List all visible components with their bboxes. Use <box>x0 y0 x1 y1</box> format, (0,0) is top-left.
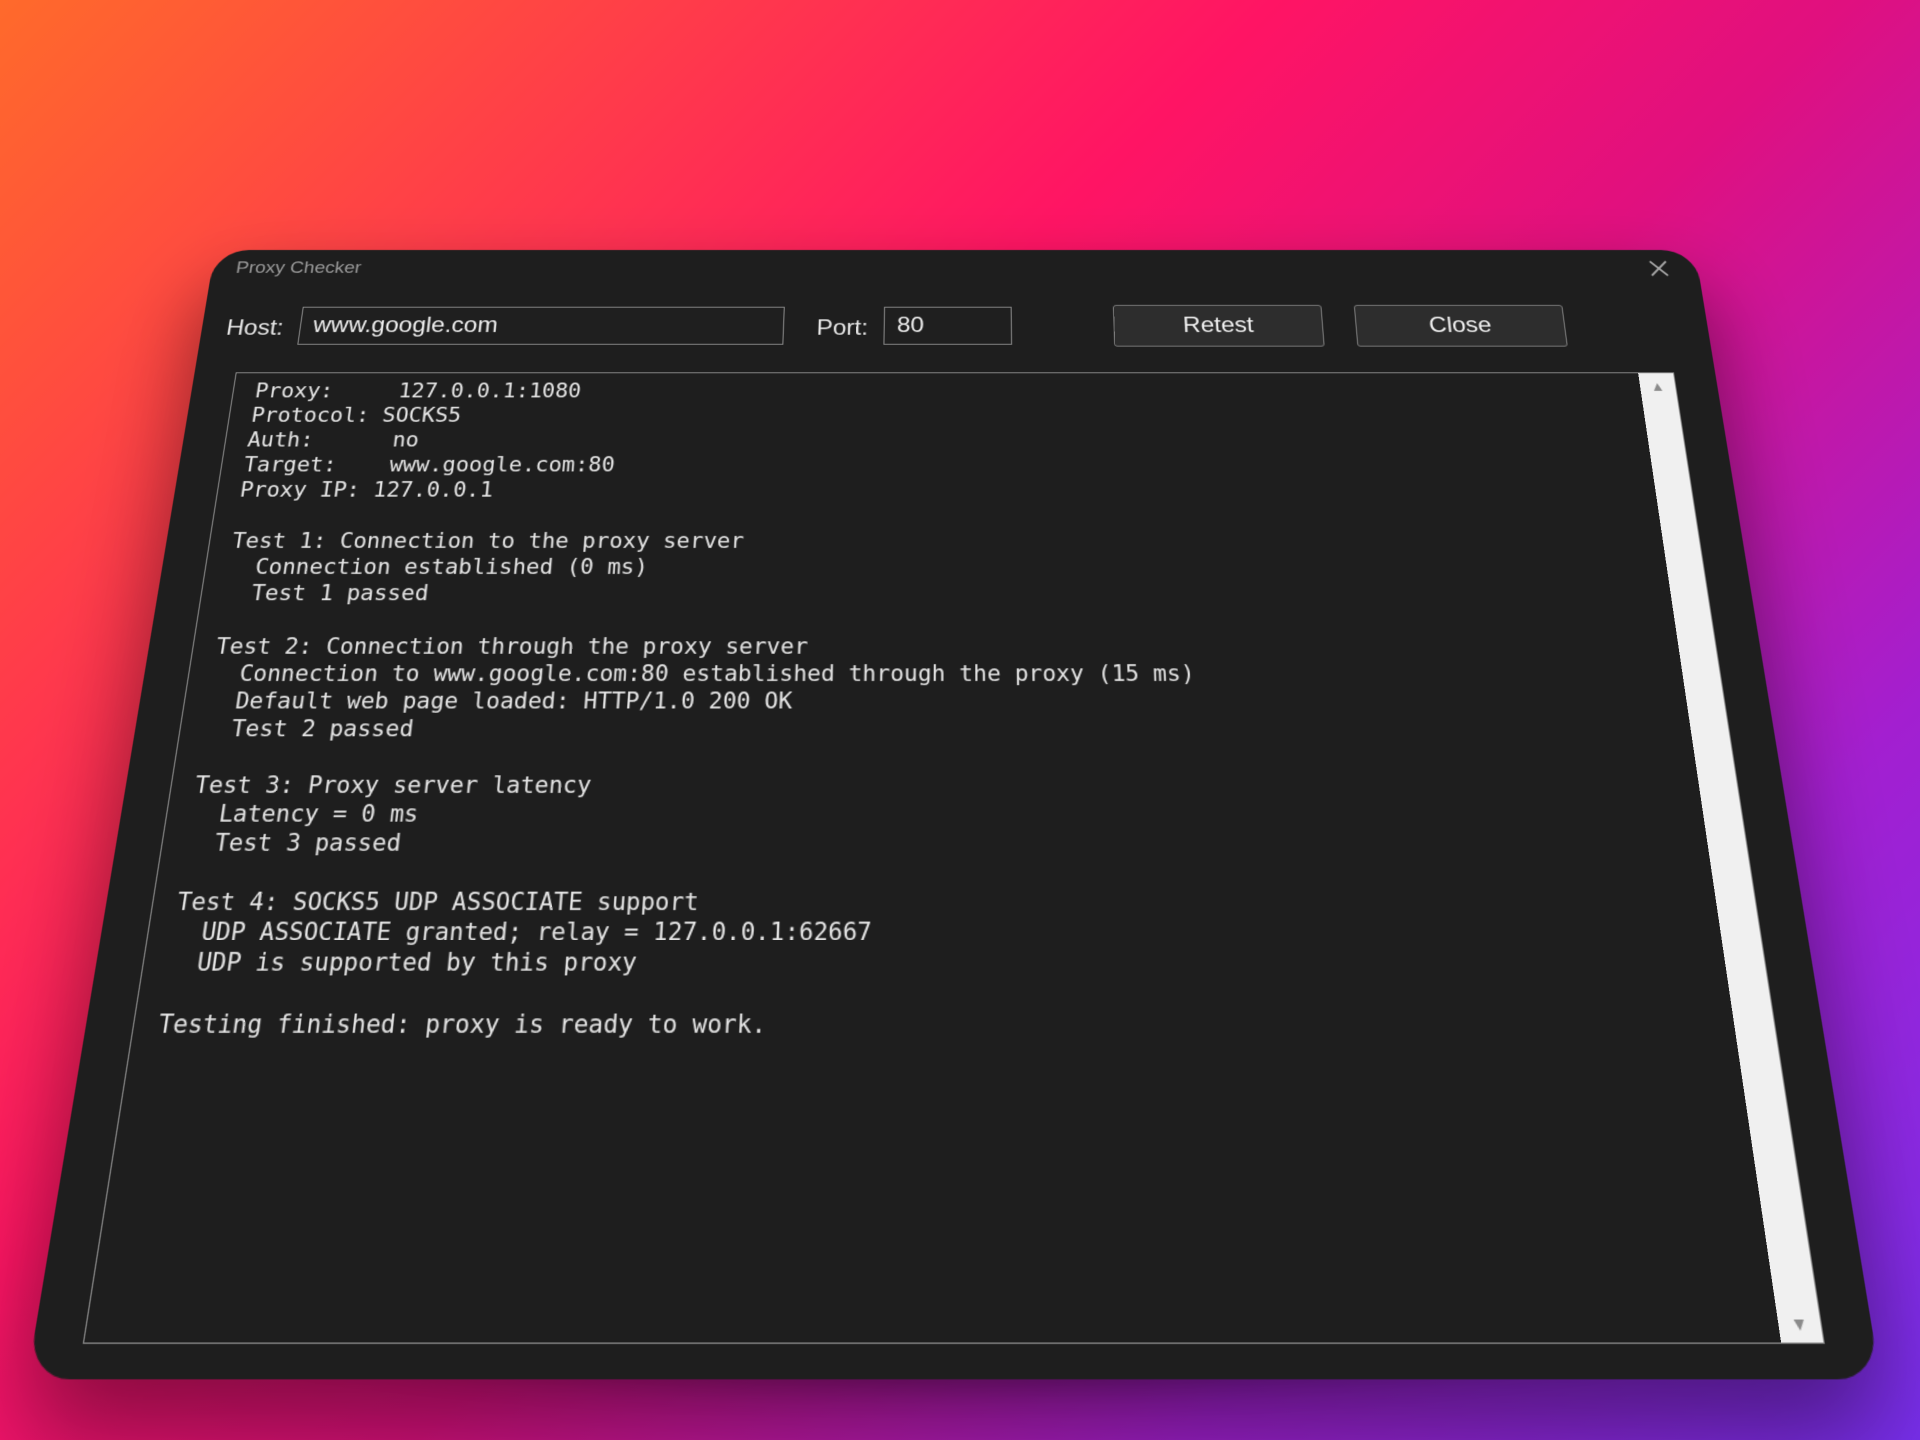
retest-button[interactable]: Retest <box>1113 305 1325 347</box>
log-line: Test 1: Connection to the proxy server <box>217 528 1659 554</box>
log-line: Testing finished: proxy is ready to work… <box>141 1009 1729 1040</box>
log-line <box>183 743 1690 771</box>
log-line <box>204 606 1670 633</box>
proxy-checker-window: Proxy Checker Host: Port: Retest Close P… <box>27 250 1880 1379</box>
log-line: UDP is supported by this proxy <box>151 947 1721 978</box>
close-button[interactable]: Close <box>1354 305 1568 347</box>
scroll-up-arrow-icon[interactable]: ▲ <box>1638 373 1677 399</box>
log-line: Test 2 passed <box>187 715 1686 743</box>
window-title: Proxy Checker <box>234 259 362 278</box>
log-line: Protocol: SOCKS5 <box>236 403 1640 427</box>
log-line: Connection established (0 ms) <box>213 554 1663 580</box>
stage: Proxy Checker Host: Port: Retest Close P… <box>0 0 1920 1440</box>
log-line: Proxy: 127.0.0.1:1080 <box>240 379 1636 403</box>
scroll-down-arrow-icon[interactable]: ▼ <box>1776 1305 1824 1343</box>
log-line: Proxy IP: 127.0.0.1 <box>225 477 1651 502</box>
log-output-panel[interactable]: Proxy: 127.0.0.1:1080 Protocol: SOCKS5 A… <box>83 372 1825 1344</box>
log-line: UDP ASSOCIATE granted; relay = 127.0.0.1… <box>156 917 1716 947</box>
log-line: Auth: no <box>233 427 1644 452</box>
host-label: Host: <box>224 316 285 341</box>
log-text: Proxy: 127.0.0.1:1080 Protocol: SOCKS5 A… <box>95 379 1772 1335</box>
port-label: Port: <box>816 316 868 341</box>
log-line <box>146 978 1725 1009</box>
host-input[interactable] <box>297 307 785 345</box>
title-bar[interactable]: Proxy Checker <box>209 250 1702 289</box>
log-line: Connection to www.google.com:80 establis… <box>196 660 1678 687</box>
port-input[interactable] <box>883 307 1012 345</box>
log-line: Default web page loaded: HTTP/1.0 200 OK <box>192 687 1682 715</box>
log-line: Test 1 passed <box>209 580 1666 606</box>
log-line: Test 2: Connection through the proxy ser… <box>200 633 1674 660</box>
log-line <box>165 858 1707 888</box>
toolbar: Host: Port: Retest Close <box>223 305 1687 350</box>
log-line: Test 4: SOCKS5 UDP ASSOCIATE support <box>160 887 1711 917</box>
log-line: Test 3 passed <box>170 828 1703 857</box>
log-line: Target: www.google.com:80 <box>229 452 1648 477</box>
log-line: Test 3: Proxy server latency <box>179 771 1695 800</box>
close-icon[interactable] <box>1642 255 1676 281</box>
log-line: Latency = 0 ms <box>174 799 1698 828</box>
log-line <box>221 502 1655 528</box>
